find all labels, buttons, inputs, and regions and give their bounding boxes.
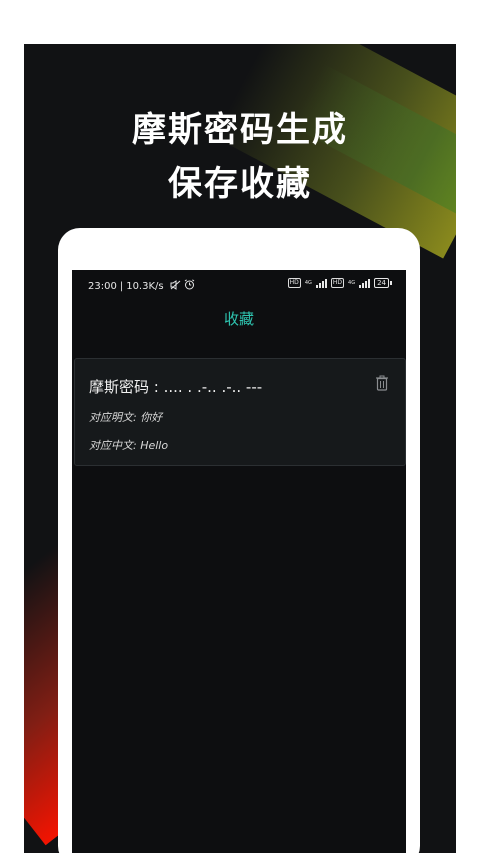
hd-badge-2: HD	[330, 278, 345, 288]
status-left: 23:00 | 10.3K/s	[88, 279, 195, 292]
battery-level: 24	[374, 278, 389, 288]
mute-icon	[170, 280, 181, 290]
promo-headline-line2: 保存收藏	[168, 164, 312, 204]
chinese-text: 对应中文: Hello	[89, 439, 169, 452]
alarm-clock-icon	[184, 279, 195, 290]
morse-code-text: 摩斯密码 : .... . .-.. .-.. ---	[89, 378, 263, 396]
page-title: 收藏	[223, 310, 254, 328]
hd-badge-1: HD	[287, 278, 301, 288]
battery-icon: 24	[374, 278, 392, 288]
app-screen: 23:00 | 10.3K/s HD 4G HD 4G 24 收藏 摩斯密码:…	[72, 270, 406, 853]
signal-icon-1	[315, 278, 327, 288]
network-type-1: 4G	[304, 280, 312, 286]
plaintext-text: 对应明文: 你好	[89, 411, 163, 424]
status-time: 23:00	[88, 281, 117, 292]
status-separator: |	[119, 281, 124, 292]
signal-icon-2	[359, 278, 371, 288]
trash-icon[interactable]	[375, 375, 389, 391]
status-bar: 23:00 | 10.3K/s HD 4G HD 4G 24	[72, 270, 406, 300]
network-speed: 10.3K/s	[126, 281, 164, 292]
promo-headline-line1: 摩斯密码生成	[132, 110, 348, 150]
status-right: HD 4G HD 4G 24	[287, 278, 392, 288]
network-type-2: 4G	[348, 280, 356, 286]
favorite-card[interactable]: 摩斯密码 : .... . .-.. .-.. --- 对应明文: 你好 对应中…	[74, 358, 406, 466]
